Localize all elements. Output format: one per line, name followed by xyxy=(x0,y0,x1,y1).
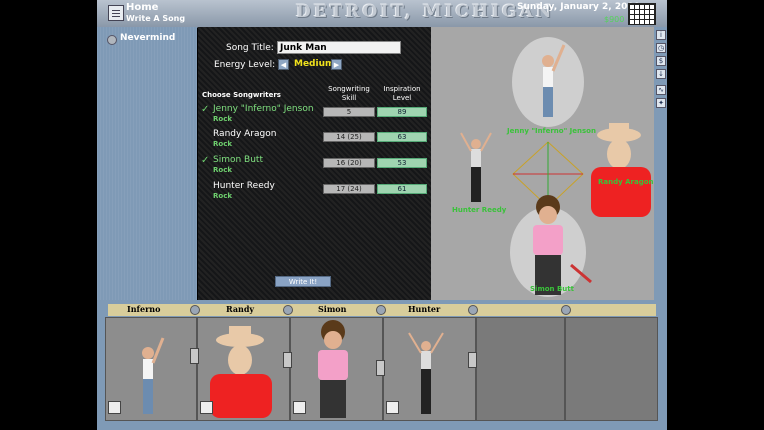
songwriter-name[interactable]: Hunter Reedy xyxy=(213,181,275,191)
songwriter-genre: Rock xyxy=(213,166,233,174)
band-stage xyxy=(431,27,654,300)
slot-button[interactable] xyxy=(561,305,571,315)
energy-level-value: Medium xyxy=(294,59,335,69)
stage-illustration xyxy=(460,37,651,297)
energy-level-label: Energy Level: xyxy=(214,60,276,70)
energy-increase-button[interactable]: ▶ xyxy=(331,59,342,70)
song-title-label: Song Title: xyxy=(226,43,274,53)
skill-bar: 5 xyxy=(323,107,375,117)
guitar-instrument-icon[interactable] xyxy=(108,401,121,414)
tab-randy[interactable]: Randy xyxy=(226,304,254,314)
stage-label: Simon Butt xyxy=(530,285,574,293)
stage-label: Jenny "Inferno" Jenson xyxy=(507,127,596,135)
songwriter-genre: Rock xyxy=(213,192,233,200)
inspiration-bar: 89 xyxy=(377,107,427,117)
inspiration-bar: 63 xyxy=(377,132,427,142)
keys-instrument-icon[interactable] xyxy=(293,401,306,414)
arrow-down-icon[interactable]: ↓ xyxy=(656,69,666,79)
tab-hunter[interactable]: Hunter xyxy=(408,304,440,314)
home-link[interactable]: Home xyxy=(126,2,158,13)
songwriter-genre: Rock xyxy=(213,140,233,148)
bass-instrument-icon[interactable] xyxy=(200,401,213,414)
hunter-figure[interactable] xyxy=(471,139,481,149)
page-subtitle: Write A Song xyxy=(126,14,186,23)
choose-songwriters-label: Choose Songwriters xyxy=(202,91,281,99)
song-list-panel xyxy=(97,27,197,300)
selected-check-icon: ✓ xyxy=(201,155,210,166)
selected-check-icon: ✓ xyxy=(201,104,210,115)
skill-header: Songwriting Skill xyxy=(328,85,370,102)
tab-inferno[interactable]: Inferno xyxy=(127,304,160,314)
info-icon[interactable]: i xyxy=(656,30,666,40)
money-display: $900 xyxy=(604,15,625,24)
calendar-icon[interactable] xyxy=(628,3,656,25)
skill-bar: 14 (25) xyxy=(323,132,375,142)
inspiration-header: Inspiration Level xyxy=(383,85,421,102)
song-list-item[interactable]: Nevermind xyxy=(120,33,175,43)
songwriter-name[interactable]: Randy Aragon xyxy=(213,129,276,139)
skill-bar: 16 (20) xyxy=(323,158,375,168)
write-it-button[interactable]: Write It! xyxy=(275,276,331,287)
slot-button[interactable] xyxy=(190,305,200,315)
stage-label: Hunter Reedy xyxy=(452,206,507,214)
song-title-input[interactable]: Junk Man xyxy=(277,41,401,54)
tab-simon[interactable]: Simon xyxy=(318,304,346,314)
volume-slider[interactable] xyxy=(190,348,199,364)
skill-bar: 17 (24) xyxy=(323,184,375,194)
date-display: Sunday, January 2, 2000 xyxy=(517,2,640,12)
jenny-figure[interactable] xyxy=(542,55,554,67)
city-title: DETROIT, MICHIGAN xyxy=(296,2,555,22)
volume-slider[interactable] xyxy=(283,352,292,368)
right-toolbar xyxy=(654,27,667,300)
songwriter-genre: Rock xyxy=(213,115,233,123)
energy-decrease-button[interactable]: ◀ xyxy=(278,59,289,70)
menu-icon[interactable] xyxy=(108,5,124,21)
clock-icon[interactable]: ◷ xyxy=(656,43,666,53)
inspiration-bar: 53 xyxy=(377,158,427,168)
volume-slider[interactable] xyxy=(468,352,477,368)
drum-instrument-icon[interactable] xyxy=(386,401,399,414)
band-slot-empty[interactable] xyxy=(565,317,658,421)
slot-button[interactable] xyxy=(468,305,478,315)
chart-icon[interactable]: ∿ xyxy=(656,85,666,95)
slot-button[interactable] xyxy=(283,305,293,315)
volume-slider[interactable] xyxy=(376,360,385,376)
songwriter-name[interactable]: Jenny "Inferno" Jenson xyxy=(213,104,314,114)
money-icon[interactable]: $ xyxy=(656,56,666,66)
band-slot-empty[interactable] xyxy=(476,317,565,421)
song-bullet-icon xyxy=(107,35,117,45)
slot-button[interactable] xyxy=(376,305,386,315)
stage-label: Randy Aragon xyxy=(598,178,654,186)
settings-icon[interactable]: ✦ xyxy=(656,98,666,108)
inspiration-bar: 61 xyxy=(377,184,427,194)
songwriter-name[interactable]: Simon Butt xyxy=(213,155,263,165)
